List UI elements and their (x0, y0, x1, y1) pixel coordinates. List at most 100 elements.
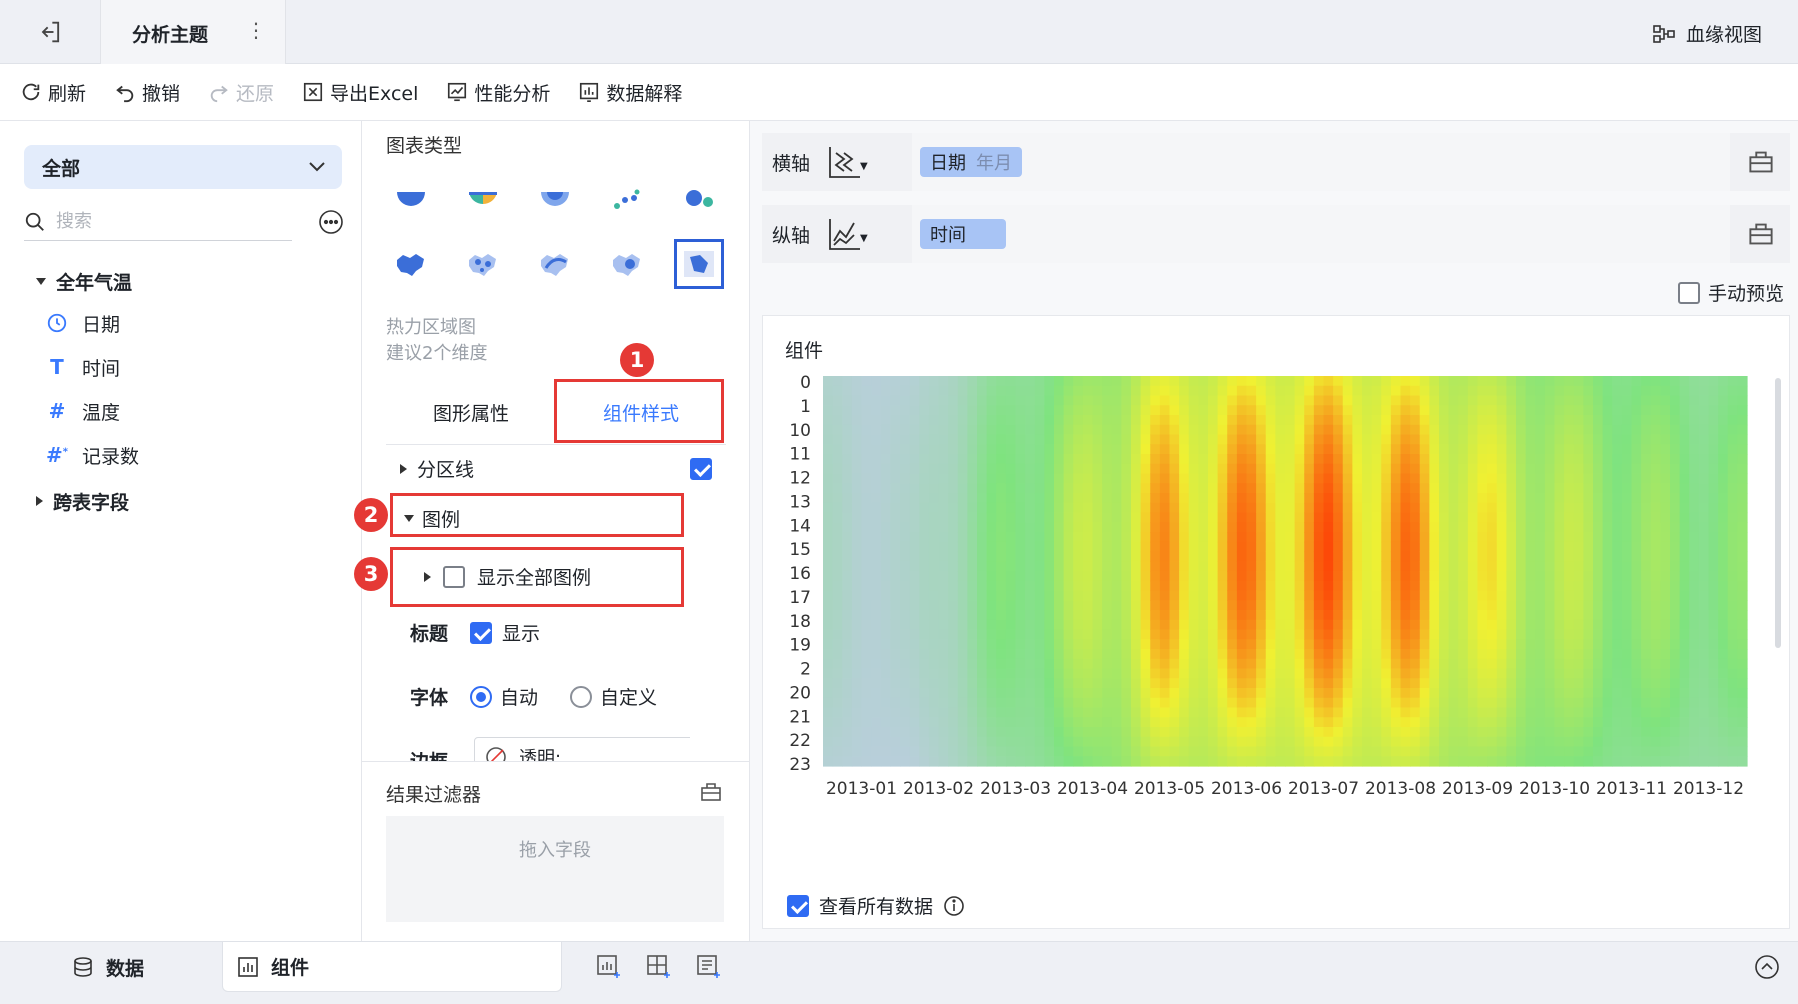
x-axis-type-icon[interactable] (824, 143, 864, 183)
partition-line-row[interactable]: 分区线 (400, 455, 724, 482)
heatmap-cell (1092, 756, 1103, 767)
table-dropdown[interactable]: 全部 (24, 145, 342, 189)
heatmap-cell (967, 512, 978, 523)
field-item-record-count[interactable]: #* 记录数 (36, 433, 139, 477)
heatmap-cell (1708, 385, 1719, 397)
title-show-option[interactable]: 显示 (470, 619, 540, 646)
font-auto-radio[interactable] (470, 685, 493, 708)
tab-component[interactable]: 组件 (222, 942, 562, 992)
chart-type-multi-pie[interactable] (458, 175, 508, 225)
heatmap-cell (832, 697, 843, 709)
heatmap-cell (1458, 522, 1469, 533)
redo-button[interactable]: 还原 (208, 79, 274, 106)
lineage-view-button[interactable]: 血缘视图 (1652, 20, 1762, 47)
more-menu-icon[interactable]: ⋮ (246, 18, 266, 42)
heatmap-cell (1217, 541, 1228, 553)
heatmap-cell (1371, 649, 1382, 660)
tree-group-weather[interactable]: 全年气温 (36, 261, 139, 301)
font-custom-radio[interactable] (570, 685, 593, 708)
heatmap-cell (1044, 658, 1055, 670)
heatmap-cell (948, 415, 959, 426)
show-all-legend-row[interactable]: 显示全部图例 (424, 563, 591, 590)
chart-type-heat-region[interactable] (674, 239, 724, 289)
export-excel-button[interactable]: 导出Excel (302, 79, 418, 106)
y-tick-label: 11 (789, 445, 811, 465)
chart-scrollbar[interactable] (1775, 378, 1781, 648)
heatmap-cell (1256, 444, 1267, 455)
tree-group-cross-table[interactable]: 跨表字段 (36, 481, 139, 521)
heatmap-cell (1333, 522, 1344, 533)
search-input[interactable] (56, 211, 256, 232)
heatmap-cell (842, 405, 853, 416)
chart-type-flow-map[interactable] (530, 239, 580, 289)
x-axis-dropdown-icon[interactable]: ▼ (860, 161, 868, 172)
heatmap-cell (1621, 444, 1633, 455)
heatmap-cell (1583, 736, 1594, 748)
view-all-data-checkbox[interactable] (787, 894, 809, 917)
filter-settings-icon[interactable] (700, 782, 722, 802)
add-text-icon[interactable] (696, 954, 722, 980)
heatmap-cell (1477, 649, 1488, 660)
font-auto-option[interactable]: 自动 (470, 683, 538, 710)
heatmap-cell (1063, 736, 1074, 748)
add-chart-icon[interactable] (596, 954, 622, 980)
heatmap-cell (842, 424, 853, 436)
filter-drop-zone[interactable]: 拖入字段 (386, 816, 724, 922)
x-axis-field-pill[interactable]: 日期 年月 (920, 147, 1022, 177)
legend-row[interactable]: 图例 (404, 505, 460, 532)
border-select[interactable]: 透明; (474, 737, 690, 761)
chart-type-region-map[interactable] (386, 239, 436, 289)
heatmap-cell (1304, 727, 1315, 738)
heatmap-cell (1708, 746, 1719, 757)
refresh-button[interactable]: 刷新 (20, 79, 86, 106)
heatmap-cell (1689, 532, 1700, 543)
undo-button[interactable]: 撤销 (114, 79, 180, 106)
heatmap-cell (1679, 629, 1690, 640)
view-all-data-option[interactable]: 查看所有数据 (787, 892, 965, 919)
exit-icon[interactable] (36, 18, 64, 46)
y-axis-field-pill[interactable]: 时间 (920, 219, 1006, 249)
heatmap-cell (1159, 376, 1171, 387)
y-axis-type-icon[interactable] (824, 215, 864, 255)
tab-shape-properties[interactable]: 图形属性 (386, 379, 556, 445)
caret-down-icon (404, 515, 414, 522)
chart-type-scatter[interactable] (602, 175, 652, 225)
chart-type-point-map[interactable] (458, 239, 508, 289)
heatmap-cell (1660, 376, 1671, 387)
data-explain-button[interactable]: 数据解释 (578, 79, 682, 106)
manual-preview-checkbox[interactable] (1677, 281, 1700, 304)
font-custom-option[interactable]: 自定义 (570, 683, 657, 710)
tab-data[interactable]: 数据 (72, 942, 144, 992)
collapse-up-icon[interactable] (1754, 954, 1780, 980)
heatmap-chart[interactable]: 01101112131415161718192202122232013-01 20… (763, 368, 1783, 818)
chart-type-rose[interactable] (530, 175, 580, 225)
show-all-legend-checkbox[interactable] (443, 565, 465, 588)
heatmap-cell (1208, 629, 1219, 640)
field-item-temperature[interactable]: # 温度 (36, 389, 139, 433)
partition-line-checkbox[interactable] (690, 457, 712, 480)
more-options-icon[interactable] (318, 209, 344, 235)
chart-type-pie[interactable] (386, 175, 436, 225)
heatmap-cell (1188, 658, 1199, 670)
heatmap-cell (1602, 395, 1613, 406)
y-axis-dropdown-icon[interactable]: ▼ (860, 233, 868, 244)
y-axis-settings-icon[interactable] (1748, 221, 1774, 247)
manual-preview-option[interactable]: 手动预览 (1677, 279, 1784, 306)
field-item-date[interactable]: 日期 (36, 301, 139, 345)
heatmap-cell (1188, 697, 1199, 709)
heatmap-cell (1169, 424, 1180, 436)
heatmap-cell (1650, 541, 1661, 553)
heatmap-cell (1602, 434, 1613, 445)
heatmap-cell (1246, 415, 1257, 426)
chart-type-heat-map[interactable] (602, 239, 652, 289)
y-axis-drop-area[interactable]: 时间 (912, 205, 1730, 263)
chart-type-bubble[interactable] (674, 175, 724, 225)
add-table-icon[interactable] (646, 954, 672, 980)
field-item-time[interactable]: T 时间 (36, 345, 139, 389)
x-axis-settings-icon[interactable] (1748, 149, 1774, 175)
performance-button[interactable]: 性能分析 (446, 79, 550, 106)
x-axis-drop-area[interactable]: 日期 年月 (912, 133, 1730, 191)
title-show-checkbox[interactable] (470, 621, 493, 644)
heatmap-cell (880, 610, 891, 621)
info-icon[interactable] (943, 895, 965, 917)
